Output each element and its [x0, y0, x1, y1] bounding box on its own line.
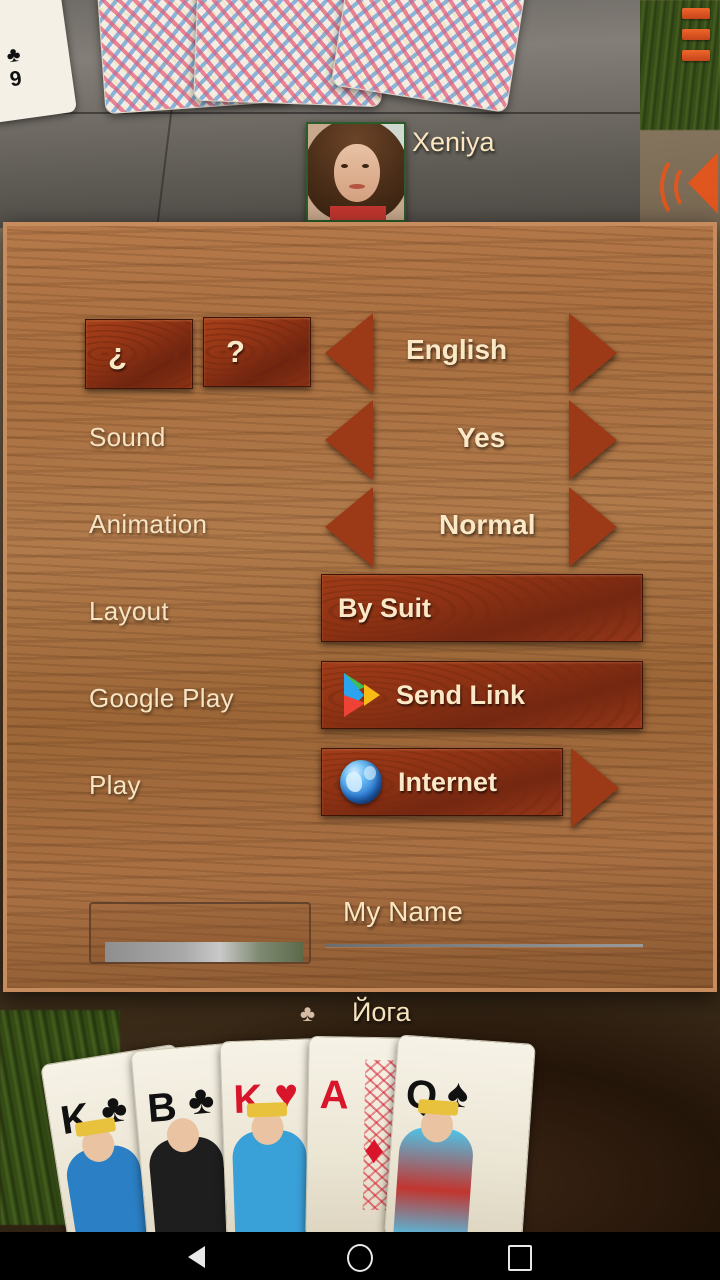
animation-value: Normal — [439, 509, 536, 540]
sound-label: Sound — [89, 422, 166, 452]
sound-wave-outer — [660, 154, 702, 220]
language-prev-arrow[interactable] — [325, 313, 373, 393]
left-card-suit: ♣ — [5, 42, 22, 68]
layout-label: Layout — [89, 596, 169, 626]
play-icon-yellow — [364, 684, 380, 706]
figure-crown — [246, 1102, 288, 1118]
menu-bar — [682, 50, 710, 61]
layout-value: By Suit — [338, 592, 432, 623]
app-screen: ♣ 9 Xeniya ¿ ? English Sound Yes Animati… — [0, 0, 720, 1280]
card-artwork — [385, 1079, 482, 1243]
card-rank: A — [319, 1073, 350, 1118]
google-play-icon — [342, 673, 382, 717]
avatar-mouth — [349, 184, 365, 189]
language-next-arrow[interactable] — [569, 313, 617, 393]
google-play-label: Google Play — [89, 683, 234, 713]
opponent-avatar[interactable] — [306, 122, 406, 222]
send-link-value: Send Link — [396, 679, 526, 710]
animation-next-arrow[interactable] — [569, 487, 617, 567]
internet-button[interactable]: Internet — [321, 748, 563, 816]
left-card-rank: 9 — [8, 66, 24, 92]
opponent-name: Xeniya — [412, 127, 495, 157]
globe-icon — [340, 760, 382, 804]
animation-prev-arrow[interactable] — [325, 487, 373, 567]
card-artwork — [222, 1083, 313, 1244]
send-link-button[interactable]: Send Link — [321, 661, 643, 729]
home-circle-icon[interactable] — [347, 1244, 373, 1272]
menu-bar — [682, 29, 710, 40]
sound-prev-arrow[interactable] — [325, 400, 373, 480]
my-name-label: My Name — [343, 896, 463, 927]
avatar-eye-left — [341, 164, 348, 168]
player-hand: K ♣ ♣ B ♣ ♣ K ♥ ♥ — [40, 1034, 675, 1265]
recents-square-icon[interactable] — [508, 1245, 532, 1271]
profile-photo — [105, 942, 303, 962]
player-suit-icon: ♣ — [300, 1000, 316, 1026]
figure-crown — [417, 1099, 459, 1116]
menu-bar — [682, 8, 710, 19]
hamburger-menu-icon[interactable] — [682, 8, 712, 70]
avatar-face — [334, 144, 380, 202]
avatar-shirt — [330, 206, 386, 220]
back-triangle-icon[interactable] — [188, 1246, 205, 1268]
settings-panel: ¿ ? English Sound Yes Animation Normal L… — [3, 222, 717, 992]
my-name-input[interactable] — [325, 944, 643, 947]
player-name: Йога — [352, 997, 411, 1027]
hand-card[interactable]: Q ♠ ♠ — [384, 1034, 536, 1246]
profile-photo-thumbnail[interactable] — [89, 902, 311, 964]
play-next-arrow[interactable] — [571, 748, 619, 828]
card-artwork — [135, 1089, 234, 1253]
internet-value: Internet — [398, 766, 498, 797]
layout-button[interactable]: By Suit — [321, 574, 643, 642]
android-navigation-bar — [0, 1232, 720, 1280]
language-value: English — [406, 334, 508, 365]
info-button[interactable]: ¿ — [85, 319, 193, 389]
figure-robe — [231, 1129, 310, 1244]
avatar-eye-right — [362, 164, 369, 168]
play-label: Play — [89, 770, 141, 800]
sound-next-arrow[interactable] — [569, 400, 617, 480]
animation-label: Animation — [89, 509, 208, 539]
sound-speaker-icon[interactable] — [656, 148, 718, 220]
help-button[interactable]: ? — [203, 317, 311, 387]
figure-robe — [393, 1125, 475, 1243]
sound-value: Yes — [457, 422, 506, 453]
